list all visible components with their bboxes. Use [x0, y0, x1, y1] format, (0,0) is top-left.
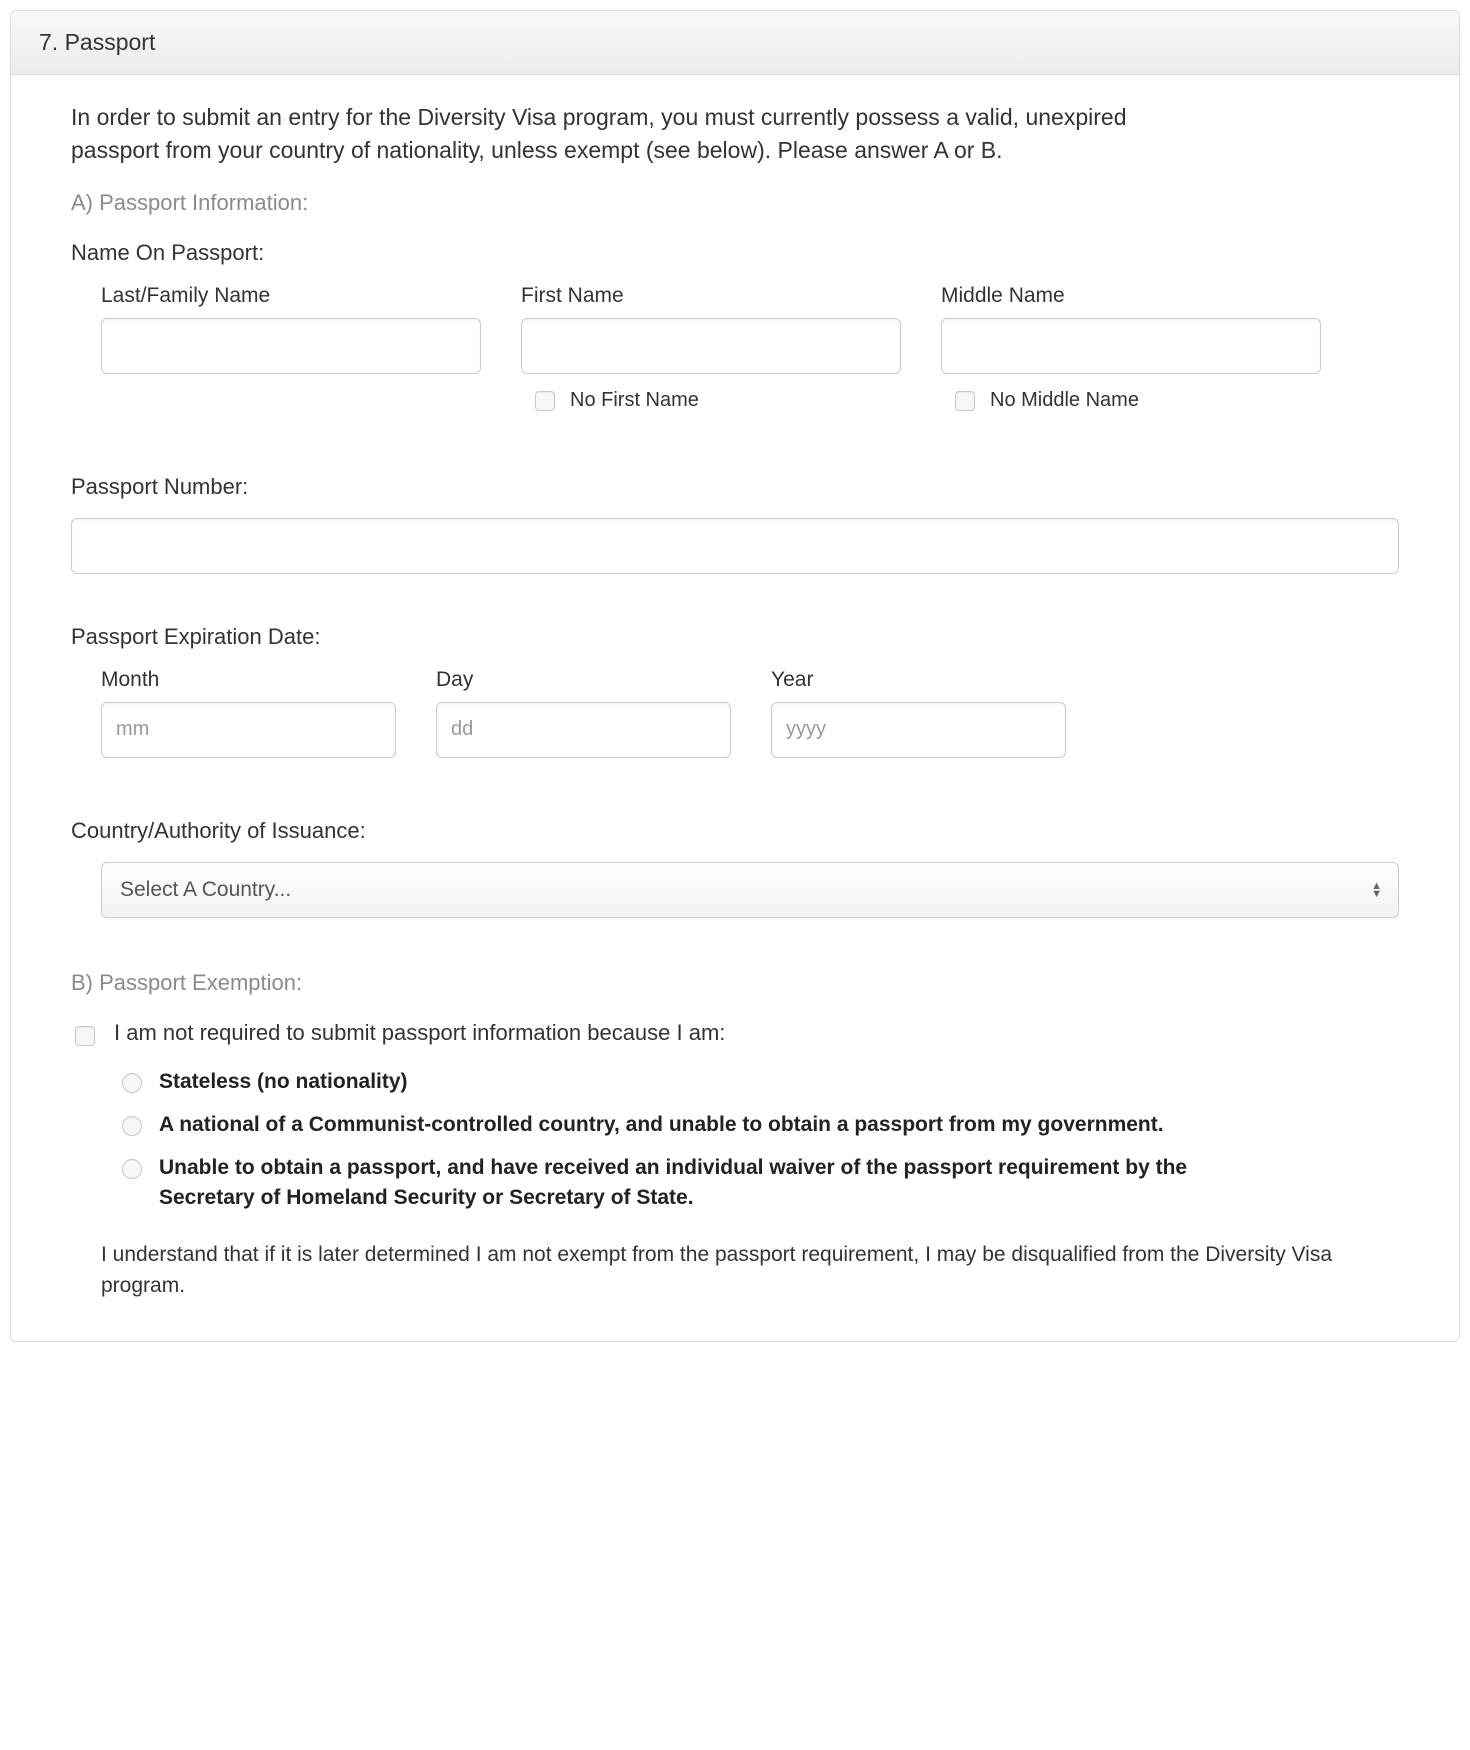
exp-day-label: Day	[436, 668, 731, 692]
exemption-option-communist-radio[interactable]	[122, 1116, 142, 1136]
issuance-country-select[interactable]: Select A Country... ▲▼	[101, 862, 1399, 918]
issuance-label: Country/Authority of Issuance:	[71, 818, 1399, 844]
exemption-checkbox[interactable]	[75, 1026, 95, 1046]
name-fields-row: Last/Family Name First Name No First Nam…	[71, 284, 1399, 414]
last-name-label: Last/Family Name	[101, 284, 481, 308]
exemption-option-stateless-radio[interactable]	[122, 1073, 142, 1093]
exp-month-label: Month	[101, 668, 396, 692]
exemption-option-stateless-label: Stateless (no nationality)	[159, 1067, 408, 1096]
no-first-name-label: No First Name	[570, 389, 699, 412]
exp-day-input[interactable]	[436, 702, 731, 758]
no-middle-name-checkbox[interactable]	[955, 391, 975, 411]
exemption-checkbox-label: I am not required to submit passport inf…	[114, 1020, 725, 1046]
no-middle-name-label: No Middle Name	[990, 389, 1139, 412]
issuance-selected-value: Select A Country...	[120, 878, 291, 902]
passport-number-label: Passport Number:	[71, 474, 1399, 500]
exemption-option-waiver-radio[interactable]	[122, 1159, 142, 1179]
panel-title: 7. Passport	[39, 29, 155, 55]
exemption-option-waiver-label: Unable to obtain a passport, and have re…	[159, 1153, 1259, 1212]
expiration-label: Passport Expiration Date:	[71, 624, 1399, 650]
section-a-heading: A) Passport Information:	[71, 190, 1399, 216]
exp-year-label: Year	[771, 668, 1066, 692]
panel-body: In order to submit an entry for the Dive…	[11, 75, 1459, 1341]
panel-header: 7. Passport	[11, 11, 1459, 75]
section-b-heading: B) Passport Exemption:	[71, 970, 1399, 996]
exp-year-input[interactable]	[771, 702, 1066, 758]
exp-month-input[interactable]	[101, 702, 396, 758]
name-on-passport-label: Name On Passport:	[71, 240, 1399, 266]
exemption-disclaimer: I understand that if it is later determi…	[71, 1240, 1371, 1301]
expiration-fields-row: Month Day Year	[71, 668, 1399, 758]
last-name-input[interactable]	[101, 318, 481, 374]
intro-text: In order to submit an entry for the Dive…	[71, 101, 1131, 168]
select-arrows-icon: ▲▼	[1371, 882, 1382, 898]
no-first-name-checkbox[interactable]	[535, 391, 555, 411]
passport-panel: 7. Passport In order to submit an entry …	[10, 10, 1460, 1342]
first-name-label: First Name	[521, 284, 901, 308]
passport-number-input[interactable]	[71, 518, 1399, 574]
exemption-option-communist-label: A national of a Communist-controlled cou…	[159, 1110, 1164, 1139]
first-name-input[interactable]	[521, 318, 901, 374]
middle-name-input[interactable]	[941, 318, 1321, 374]
exemption-options: Stateless (no nationality) A national of…	[71, 1067, 1399, 1213]
middle-name-label: Middle Name	[941, 284, 1321, 308]
